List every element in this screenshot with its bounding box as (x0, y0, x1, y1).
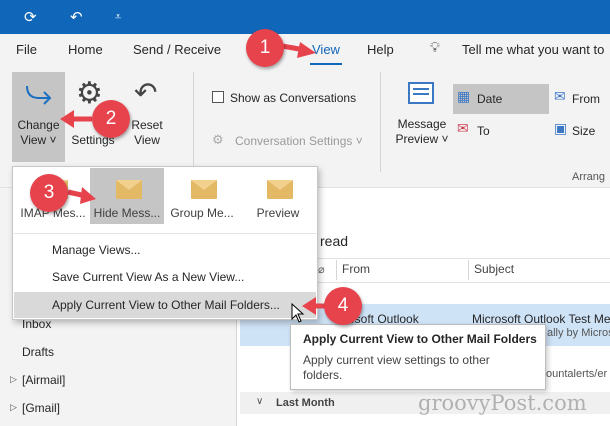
step-badge: 2 (92, 100, 130, 138)
step-badge: 4 (324, 287, 362, 325)
step-badge: 1 (246, 29, 284, 67)
watermark: groovyPost.com (418, 391, 587, 415)
callout-arrows (60, 42, 328, 315)
step-badge: 3 (30, 174, 68, 212)
